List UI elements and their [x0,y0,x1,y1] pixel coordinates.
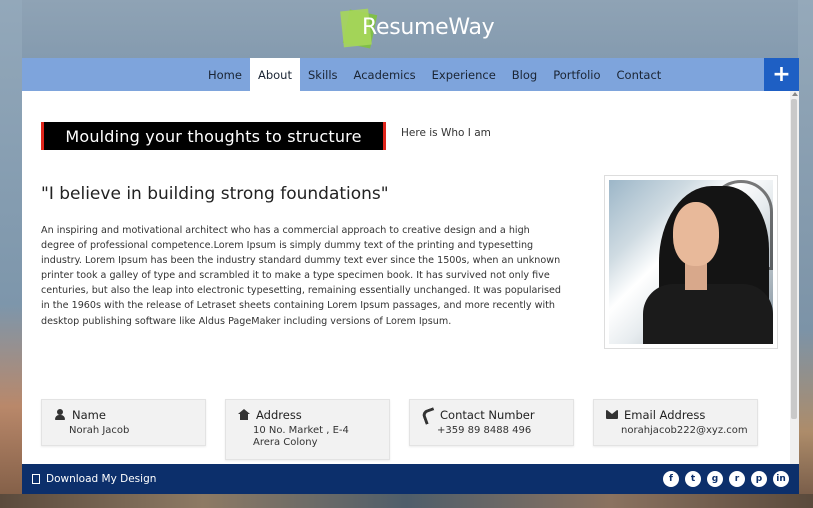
download-label: Download My Design [46,473,157,485]
nav-item-portfolio[interactable]: Portfolio [545,58,608,91]
google-plus-icon[interactable]: g [707,471,723,487]
home-icon [238,409,252,421]
background-right [798,0,813,508]
nav-item-blog[interactable]: Blog [504,58,545,91]
main-nav: Home About Skills Academics Experience B… [22,58,799,91]
pinterest-icon[interactable]: p [751,471,767,487]
footer-bar: Download My Design f t g r p in [22,464,799,494]
nav-item-skills[interactable]: Skills [300,58,346,91]
card-value: +359 89 8488 496 [437,425,532,436]
twitter-icon[interactable]: t [685,471,701,487]
rss-icon[interactable]: r [729,471,745,487]
tagline: Moulding your thoughts to structure [41,122,386,150]
social-links: f t g r p in [657,471,789,487]
quote: "I believe in building strong foundation… [41,184,389,204]
card-title: Email Address [624,408,706,422]
nav-item-contact[interactable]: Contact [609,58,670,91]
download-design-link[interactable]: Download My Design [32,464,156,494]
card-value: Norah Jacob [69,425,130,436]
scroll-up-icon[interactable] [792,92,798,96]
info-card-phone: Contact Number +359 89 8488 496 [409,399,574,446]
facebook-icon[interactable]: f [663,471,679,487]
card-title: Name [72,408,106,422]
card-value[interactable]: norahjacob222@xyz.com [621,425,748,437]
mail-icon [606,409,620,421]
nav-item-about[interactable]: About [249,58,300,91]
info-card-email: Email Address norahjacob222@xyz.com [593,399,758,446]
scroll-thumb[interactable] [791,99,797,419]
card-title: Contact Number [440,408,535,422]
card-title: Address [256,408,302,422]
brand-name: ResumeWay [362,15,495,40]
info-card-address: Address 10 No. Market , E-4 Arera Colony [225,399,390,460]
phone-icon [422,409,436,421]
profile-image [609,180,773,344]
plus-button[interactable]: + [764,58,799,91]
nav-item-experience[interactable]: Experience [424,58,504,91]
linkedin-icon[interactable]: in [773,471,789,487]
background-left [0,0,22,508]
about-panel: Moulding your thoughts to structure Here… [22,91,799,464]
document-icon [32,474,40,484]
background-bottom [0,494,813,508]
card-value: 10 No. Market , E-4 Arera Colony [253,425,349,448]
user-icon [54,409,68,421]
profile-photo [604,175,778,349]
info-card-name: Name Norah Jacob [41,399,206,446]
brand-logo[interactable]: ResumeWay [340,6,495,50]
bio-text: An inspiring and motivational architect … [41,225,562,327]
nav-item-home[interactable]: Home [200,58,250,91]
who-heading: Here is Who I am [401,127,491,139]
nav-item-academics[interactable]: Academics [346,58,424,91]
